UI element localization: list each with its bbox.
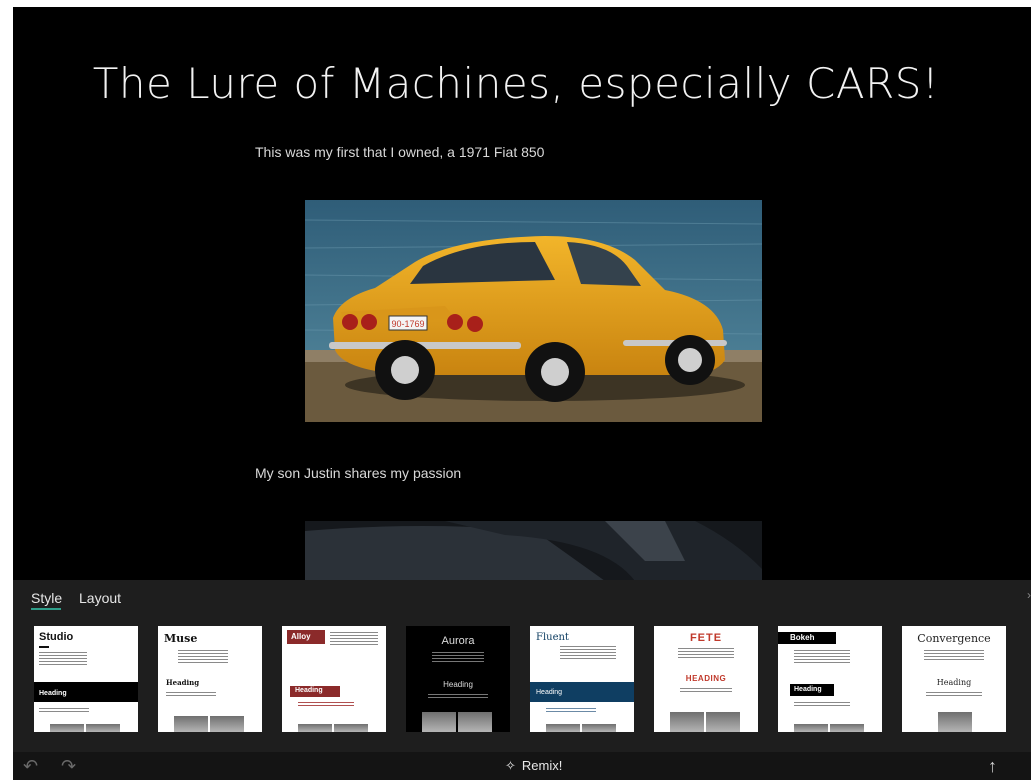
image-placeholders — [298, 724, 368, 732]
body-text-lines — [794, 650, 850, 665]
caption-son: My son Justin shares my passion — [255, 465, 462, 481]
second-car-photo[interactable] — [305, 521, 762, 581]
theme-name: Studio — [39, 631, 74, 643]
style-card-alloy[interactable]: Alloy Heading — [282, 626, 386, 732]
design-panel: Style Layout › Studio Heading Muse Headi… — [13, 580, 1031, 752]
style-card-fete[interactable]: FETE HEADING — [654, 626, 758, 732]
body-text-lines — [560, 646, 616, 661]
caption-first-car: This was my first that I owned, a 1971 F… — [255, 144, 545, 160]
image-placeholders — [174, 716, 244, 732]
image-placeholders — [938, 712, 972, 732]
remix-label: Remix! — [521, 758, 563, 773]
body-text-lines — [428, 694, 488, 700]
body-text-lines — [546, 708, 596, 714]
license-plate-text: 90-1769 — [391, 319, 424, 329]
image-placeholders — [422, 712, 492, 732]
up-arrow-icon[interactable]: ↑ — [988, 756, 997, 777]
theme-name: Convergence — [917, 632, 991, 645]
style-card-bokeh[interactable]: Bokeh Heading — [778, 626, 882, 732]
heading-band: Heading — [530, 682, 634, 702]
heading-band: Heading — [34, 682, 138, 702]
theme-heading: Heading — [443, 680, 473, 689]
title-band: Bokeh — [778, 632, 836, 644]
tab-layout[interactable]: Layout — [79, 590, 121, 606]
theme-heading: Heading — [166, 678, 200, 687]
theme-name: FETE — [689, 632, 723, 644]
sway-app: The Lure of Machines, especially CARS! T… — [13, 7, 1031, 780]
theme-heading: Heading — [295, 687, 323, 694]
style-card-studio[interactable]: Studio Heading — [34, 626, 138, 732]
theme-heading: HEADING — [685, 674, 727, 683]
second-car-illustration — [305, 521, 762, 581]
slide-title: The Lure of Machines, especially CARS! — [92, 59, 940, 108]
theme-heading: Heading — [936, 678, 972, 687]
panel-edge-marker: › — [1027, 588, 1031, 602]
image-placeholders — [50, 724, 120, 732]
undo-icon[interactable]: ↶ — [23, 756, 38, 777]
style-card-fluent[interactable]: Fluent Heading — [530, 626, 634, 732]
image-placeholders — [546, 724, 616, 732]
body-text-lines — [432, 652, 484, 664]
body-text-lines — [178, 650, 228, 665]
body-text-lines — [924, 650, 984, 662]
style-cards: Studio Heading Muse Heading Alloy Headin… — [34, 626, 1031, 732]
body-text-lines — [298, 702, 354, 708]
bottom-toolbar: ↶ ↷ ✧ Remix! ↑ — [13, 752, 1031, 780]
redo-icon[interactable]: ↷ — [61, 756, 76, 777]
accent-line — [39, 646, 49, 648]
heading-band: Heading — [790, 684, 834, 696]
theme-name: Muse — [164, 632, 198, 645]
body-text-lines — [166, 692, 216, 698]
heading-band: Heading — [290, 686, 340, 697]
tab-style[interactable]: Style — [31, 590, 62, 606]
magic-wand-icon: ✧ — [505, 758, 516, 773]
theme-name: Aurora — [441, 635, 475, 647]
theme-heading: Heading — [39, 690, 67, 697]
style-card-muse[interactable]: Muse Heading — [158, 626, 262, 732]
body-text-lines — [330, 632, 378, 647]
title-band: Alloy — [287, 630, 325, 644]
fiat-850-photo[interactable]: 90-1769 — [305, 200, 762, 422]
body-text-lines — [678, 648, 734, 660]
body-text-lines — [39, 652, 87, 667]
style-card-aurora[interactable]: Aurora Heading — [406, 626, 510, 732]
style-card-convergence[interactable]: Convergence Heading — [902, 626, 1006, 732]
theme-heading: Heading — [794, 686, 822, 693]
remix-button[interactable]: ✧ Remix! — [505, 758, 562, 774]
theme-name: Fluent — [536, 632, 569, 643]
active-tab-indicator — [31, 608, 61, 610]
body-text-lines — [680, 688, 732, 694]
image-placeholders — [794, 724, 864, 732]
body-text-lines — [926, 692, 982, 698]
body-text-lines — [794, 702, 850, 708]
theme-name: Bokeh — [790, 633, 815, 642]
theme-name: Alloy — [291, 632, 311, 641]
body-text-lines — [39, 708, 89, 714]
image-placeholders — [670, 712, 740, 732]
theme-heading: Heading — [536, 689, 563, 696]
fiat-car-illustration: 90-1769 — [305, 200, 762, 422]
